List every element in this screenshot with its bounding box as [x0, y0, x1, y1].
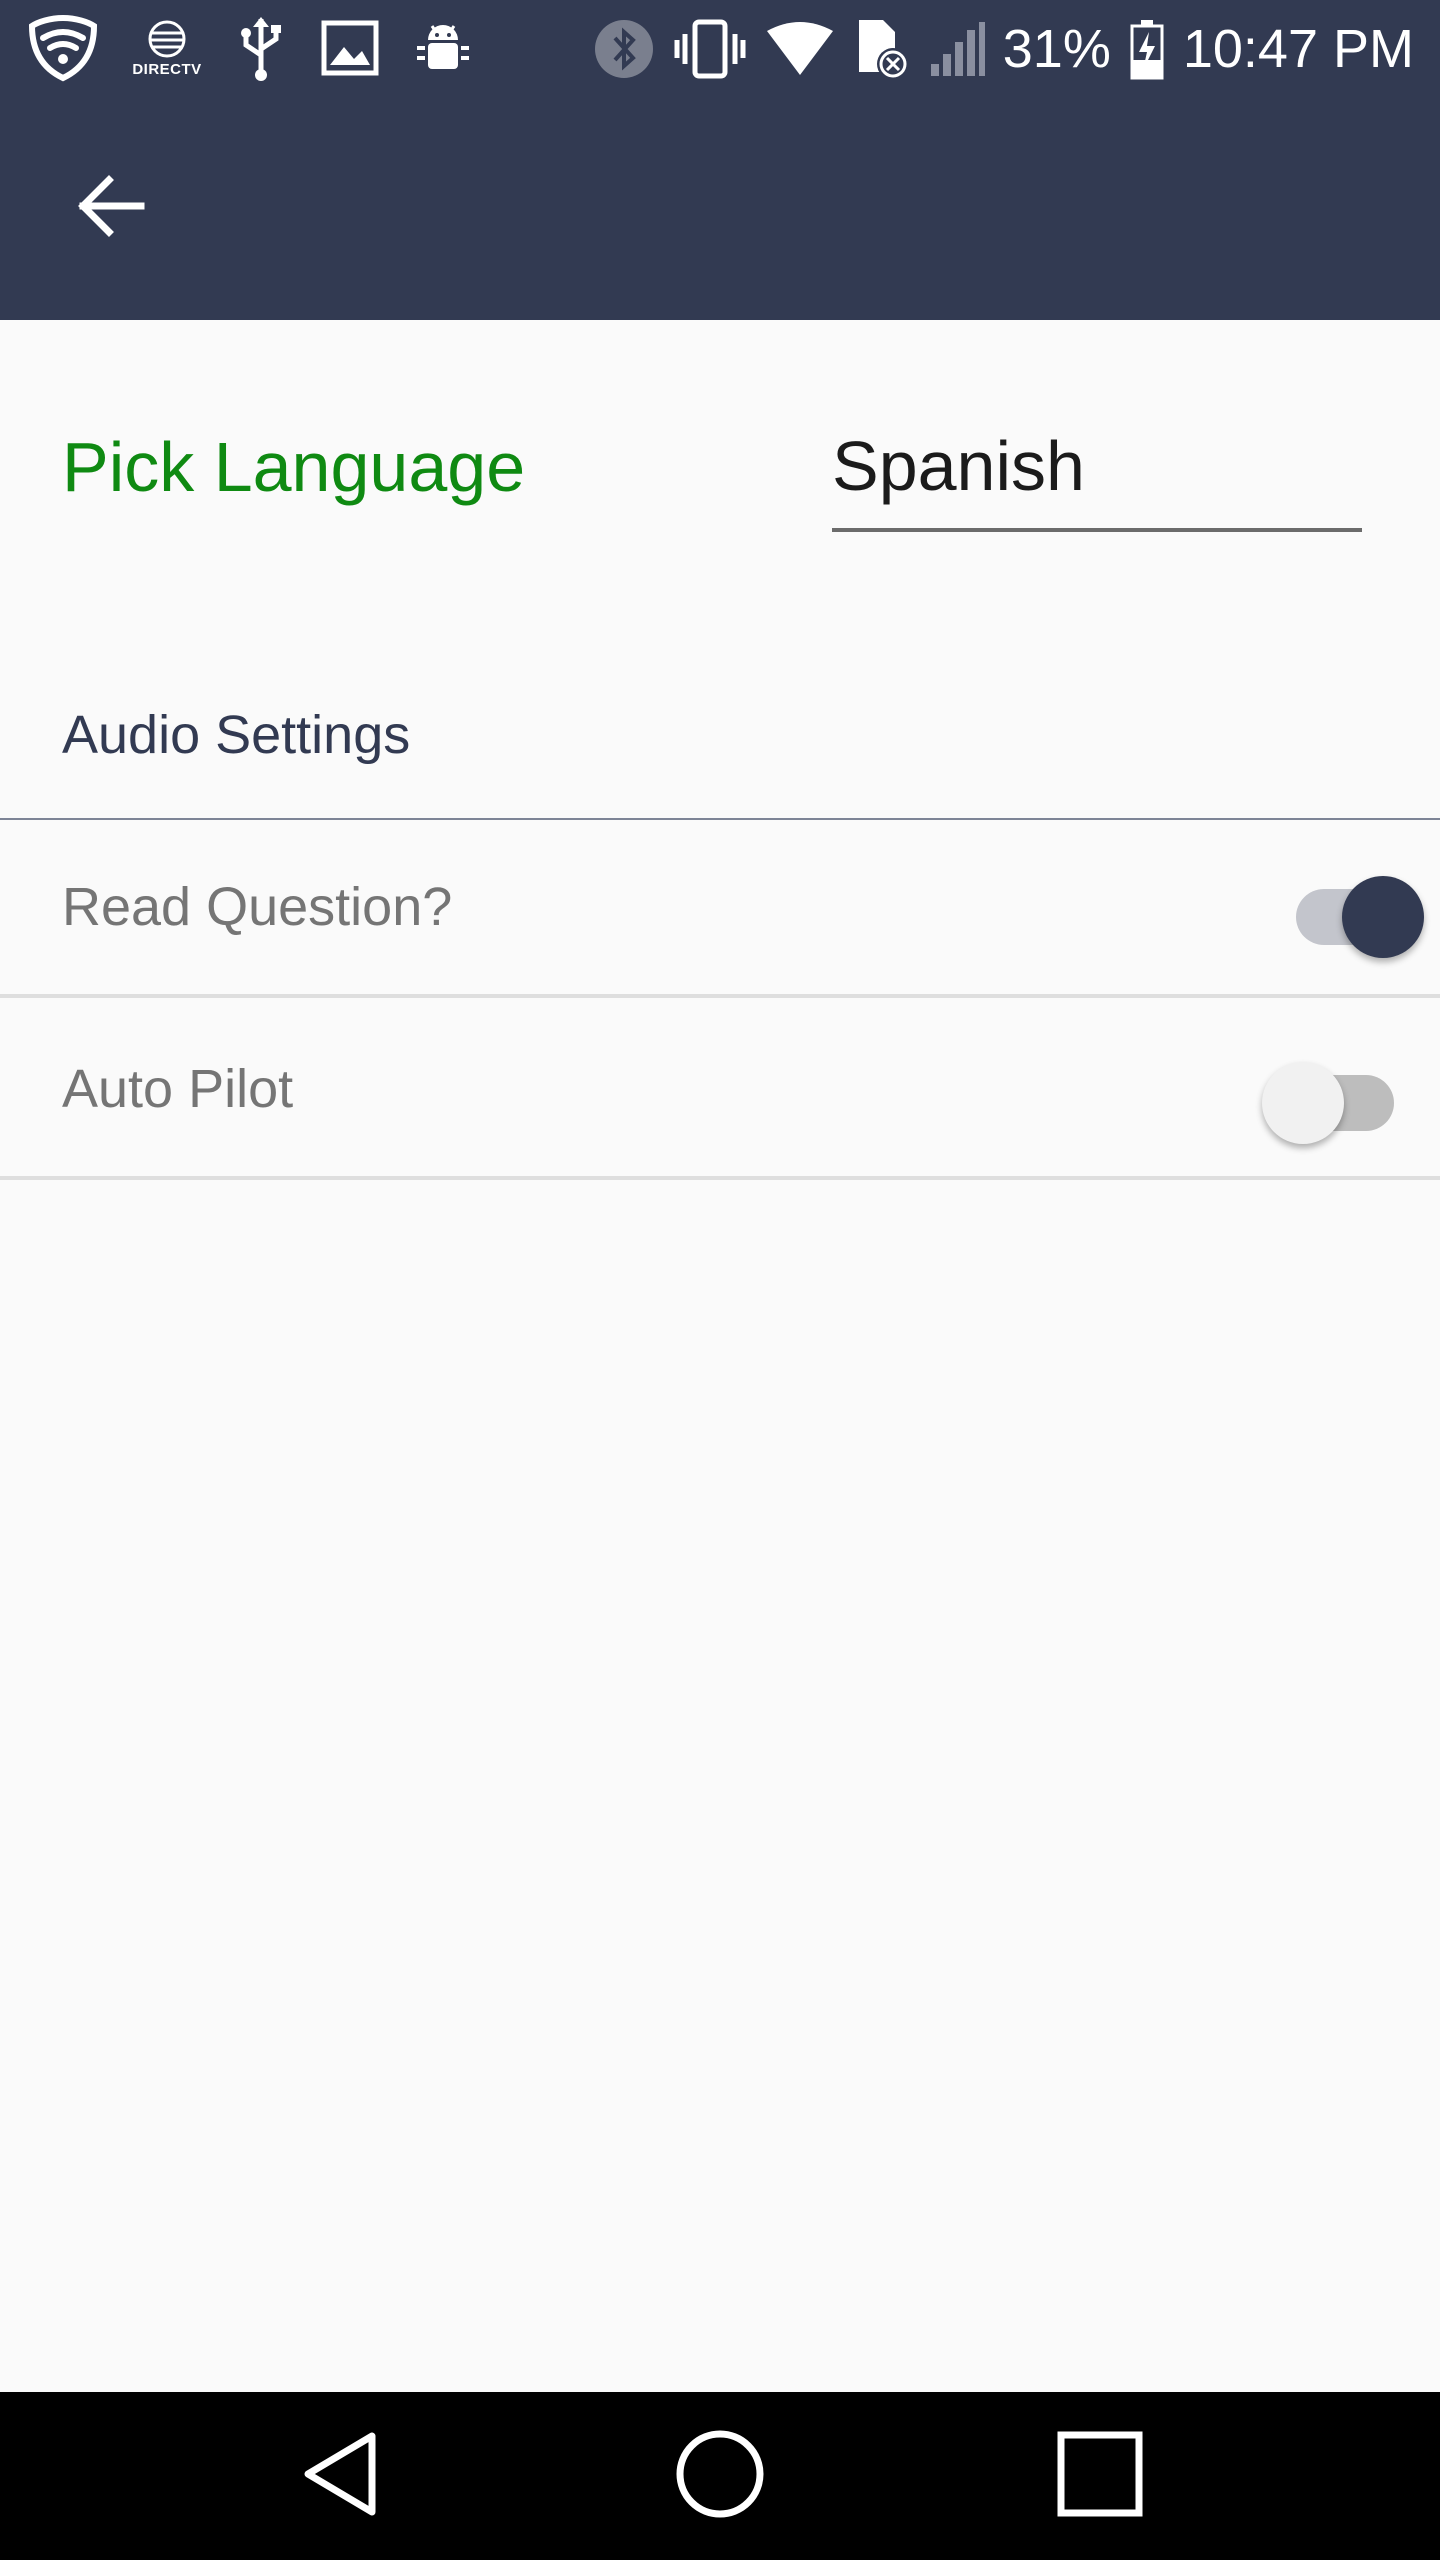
setting-row-auto-pilot: Auto Pilot	[0, 1004, 1440, 1180]
read-question-toggle[interactable]	[1282, 862, 1424, 958]
language-selected-value: Spanish	[832, 427, 1085, 505]
language-dropdown[interactable]: Spanish	[832, 420, 1362, 532]
language-row: Pick Language Spanish	[0, 320, 1440, 620]
nav-recents-button[interactable]	[1050, 2426, 1150, 2526]
toggle-thumb	[1262, 1062, 1344, 1144]
back-button[interactable]	[60, 158, 160, 258]
navigation-bar	[0, 2392, 1440, 2560]
directv-icon: DIRECTV	[132, 19, 202, 78]
battery-percent: 31%	[1002, 19, 1111, 79]
read-question-label: Read Question?	[62, 877, 453, 937]
bluetooth-icon	[593, 18, 655, 80]
vpn-shield-icon	[28, 14, 98, 82]
cell-signal-icon	[929, 20, 985, 78]
arrow-left-icon	[75, 174, 145, 242]
auto-pilot-label: Auto Pilot	[62, 1059, 294, 1119]
nav-back-button[interactable]	[290, 2426, 390, 2526]
back-triangle-icon	[298, 2428, 382, 2525]
pick-language-label: Pick Language	[62, 428, 526, 506]
battery-charging-icon	[1129, 18, 1165, 80]
home-circle-icon	[675, 2429, 765, 2524]
row-divider	[0, 994, 1440, 998]
status-bar: DIRECTV 31% 10:47 PM	[0, 0, 1440, 96]
app-bar	[0, 96, 1440, 320]
usb-icon	[236, 15, 286, 81]
status-icons-left: DIRECTV	[28, 14, 472, 82]
toggle-thumb	[1342, 876, 1424, 958]
row-divider	[0, 1176, 1440, 1180]
vibrate-icon	[673, 18, 747, 80]
clock: 10:47 PM	[1182, 19, 1414, 79]
recents-square-icon	[1055, 2429, 1145, 2524]
section-divider	[0, 818, 1440, 820]
android-debug-icon	[414, 18, 472, 78]
sim-error-icon	[853, 16, 911, 82]
directv-label: DIRECTV	[132, 60, 202, 78]
image-icon	[320, 19, 380, 77]
nav-home-button[interactable]	[670, 2426, 770, 2526]
status-icons-right: 31% 10:47 PM	[593, 14, 1414, 84]
setting-row-read-question: Read Question?	[0, 822, 1440, 998]
auto-pilot-toggle[interactable]	[1262, 1048, 1408, 1144]
audio-settings-header: Audio Settings	[62, 705, 411, 765]
wifi-icon	[765, 21, 835, 77]
